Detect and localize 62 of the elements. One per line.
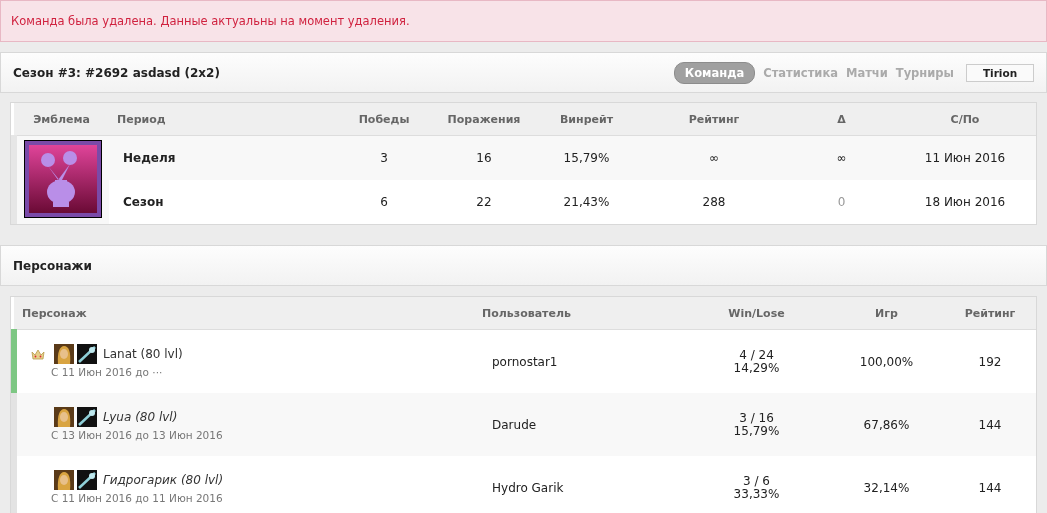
table-cell: 144 [944,456,1036,513]
nav-tab[interactable]: Матчи [845,62,888,83]
column-header: Δ [789,103,894,136]
column-header: Эмблема [14,103,109,136]
win-percent: 33,33% [733,487,780,501]
character-name[interactable]: Lyua (80 lvl) [103,410,178,424]
user-cell: pornostar1 [474,329,684,393]
column-header: Рейтинг [639,103,789,136]
nav-tab[interactable]: Статистика [763,62,838,83]
table-cell: 11 Июн 2016 [894,135,1036,180]
table-cell: 16 [434,135,534,180]
table-cell: 144 [944,393,1036,456]
portrait-icon [54,470,74,490]
table-cell: 21,43% [534,180,639,224]
column-header: Винрейт [534,103,639,136]
win-percent: 15,79% [733,424,780,438]
column-header: Поражения [434,103,534,136]
spec-icon [77,470,97,490]
table-cell: 18 Июн 2016 [894,180,1036,224]
table-cell: ∞ [639,135,789,180]
nav-tab[interactable]: Команда [673,61,756,84]
table-cell: 192 [944,329,1036,393]
user-cell: Hydro Garik [474,456,684,513]
character-name[interactable]: Гидрогарик (80 lvl) [103,473,224,487]
table-cell: 6 [334,180,434,224]
table-cell: 288 [639,180,789,224]
period-cell: Сезон [109,180,334,224]
table-cell: 67,86% [829,393,944,456]
alert-message: Команда была удалена. Данные актуальны на момент удаления. [11,14,410,28]
period-cell: Неделя [109,135,334,180]
table-cell: 32,14% [829,456,944,513]
column-header: Игр [829,297,944,330]
win-lose-count: 3 / 6 [742,474,771,488]
table-cell: 22 [434,180,534,224]
win-lose-count: 3 / 16 [738,411,775,425]
portrait-icon [54,407,74,427]
win-lose-count: 4 / 24 [738,348,775,362]
column-header: Персонаж [14,297,474,330]
section-title: Сезон #3: #2692 asdasd (2x2) [13,65,221,80]
column-header: Win/Lose [684,297,829,330]
nav-tab[interactable]: Турниры [895,62,954,83]
section-title: Персонажи [13,258,93,273]
membership-period: С 13 Июн 2016 до 13 Июн 2016 [51,429,223,441]
portrait-icon [54,344,74,364]
realm-label: Tirion [966,63,1034,82]
membership-period: С 11 Июн 2016 до 11 Июн 2016 [51,492,223,504]
spec-icon [77,407,97,427]
spec-icon [77,344,97,364]
table-cell: ∞ [789,135,894,180]
win-percent: 14,29% [733,361,780,375]
table-cell: 3 [334,135,434,180]
column-header: Рейтинг [944,297,1036,330]
column-header: Пользователь [474,297,684,330]
column-header: Период [109,103,334,136]
character-name[interactable]: Lanat (80 lvl) [103,347,183,361]
user-cell: Darude [474,393,684,456]
table-cell: 100,00% [829,329,944,393]
table-cell: 0 [789,180,894,224]
column-header: Победы [334,103,434,136]
table-cell: 15,79% [534,135,639,180]
membership-period: С 11 Июн 2016 до ··· [51,366,163,378]
column-header: С/По [894,103,1036,136]
